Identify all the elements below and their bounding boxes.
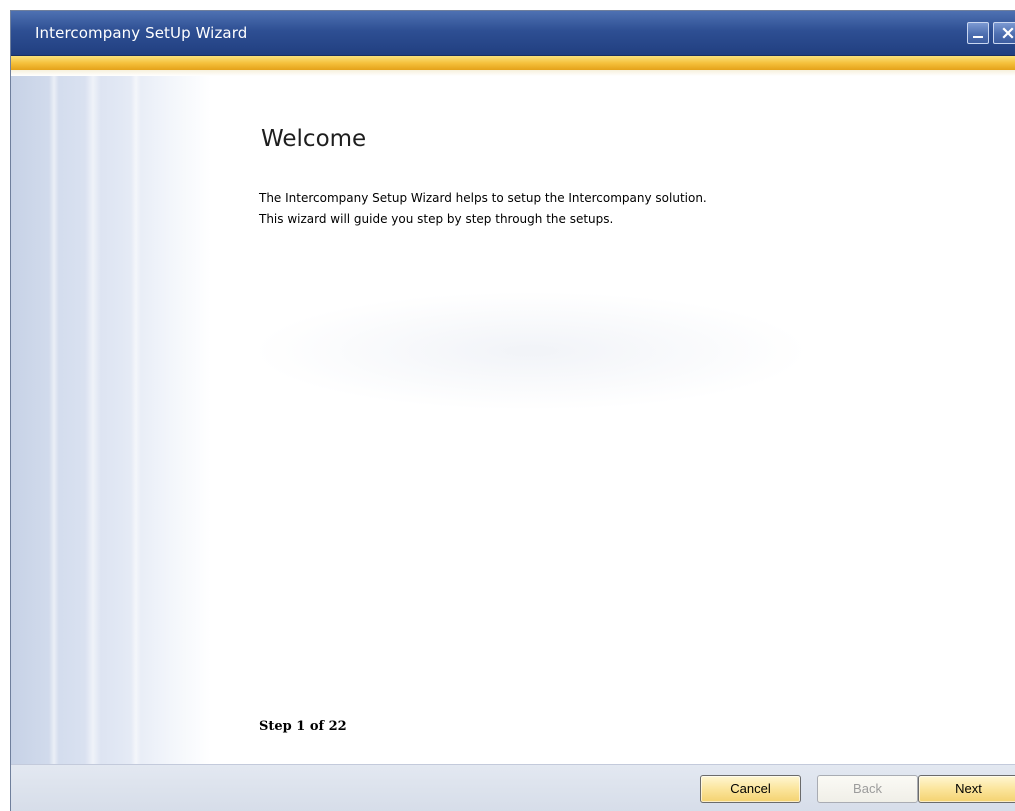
next-button[interactable]: Next — [918, 775, 1015, 803]
wizard-content: Welcome The Intercompany Setup Wizard he… — [11, 76, 1015, 764]
minimize-icon — [973, 36, 983, 38]
button-bar: Cancel Back Next — [11, 764, 1015, 811]
window-title: Intercompany SetUp Wizard — [35, 24, 248, 42]
minimize-button[interactable] — [967, 22, 989, 44]
step-indicator: Step 1 of 22 — [259, 719, 347, 734]
description-line-2: This wizard will guide you step by step … — [259, 212, 614, 226]
background-watermark — [251, 291, 811, 411]
wizard-window: Intercompany SetUp Wizard Welcome The In… — [10, 10, 1015, 811]
cancel-button[interactable]: Cancel — [700, 775, 801, 803]
page-heading: Welcome — [261, 126, 367, 152]
description-line-1: The Intercompany Setup Wizard helps to s… — [259, 191, 707, 205]
close-button[interactable] — [993, 22, 1015, 44]
close-icon — [1002, 27, 1014, 39]
back-button[interactable]: Back — [817, 775, 918, 803]
title-bar[interactable]: Intercompany SetUp Wizard — [11, 11, 1015, 56]
accent-bar — [11, 56, 1015, 71]
